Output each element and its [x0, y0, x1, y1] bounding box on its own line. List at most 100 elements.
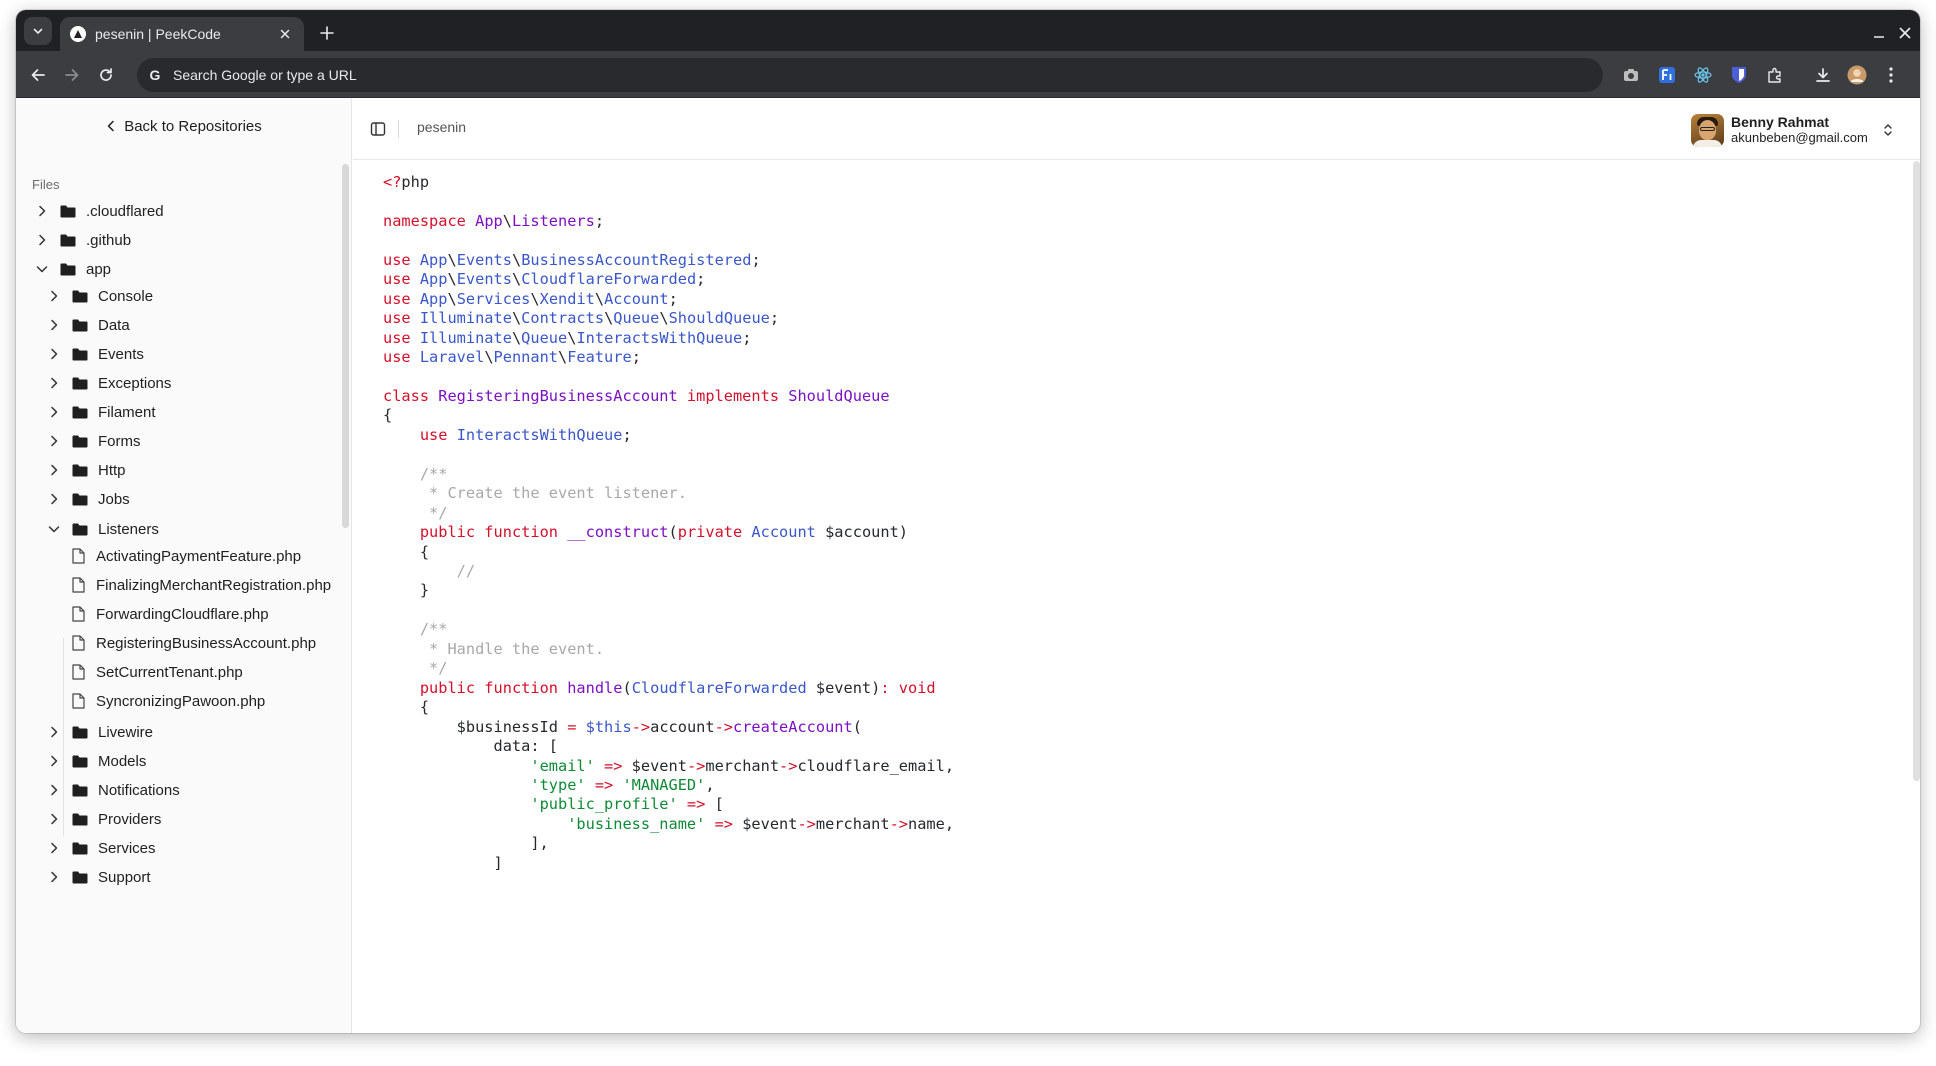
browser-tab-active[interactable]: pesenin | PeekCode: [60, 17, 304, 51]
sidebar-scrollbar[interactable]: [342, 164, 349, 528]
tree-folder-item[interactable]: Services: [46, 833, 156, 863]
main-header: pesenin Benny Rahmat akunbeben@gmail.com: [353, 98, 1920, 160]
new-tab-button[interactable]: [316, 22, 338, 44]
code-line: * Create the event listener.: [383, 484, 687, 503]
extension-fi-button[interactable]: [1655, 63, 1679, 87]
back-to-repositories-link[interactable]: Back to Repositories: [16, 114, 351, 138]
breadcrumb-repo[interactable]: pesenin: [417, 119, 466, 135]
tree-folder-item[interactable]: Forms: [46, 426, 141, 456]
chevron-right-icon[interactable]: [46, 346, 62, 362]
extensions-button[interactable]: [1763, 63, 1787, 87]
tree-folder-item[interactable]: Jobs: [46, 484, 130, 514]
tree-folder-item[interactable]: Providers: [46, 804, 161, 834]
code-line: /**: [383, 620, 448, 639]
folder-icon: [72, 347, 88, 361]
tab-search-button[interactable]: [24, 17, 52, 45]
peekcode-favicon-icon: [70, 26, 86, 42]
tree-folder-item[interactable]: Livewire: [46, 717, 153, 747]
tree-file-item[interactable]: RegisteringBusinessAccount.php: [72, 628, 316, 658]
fi-extension-icon: [1659, 67, 1675, 83]
tree-item-label: FinalizingMerchantRegistration.php: [96, 576, 332, 594]
extension-camera-button[interactable]: [1619, 63, 1643, 87]
tree-folder-item[interactable]: Exceptions: [46, 368, 171, 398]
forward-button[interactable]: [60, 63, 84, 87]
chevron-right-icon[interactable]: [46, 782, 62, 798]
tree-folder-item[interactable]: .github: [34, 225, 131, 255]
chevron-right-icon[interactable]: [46, 811, 62, 827]
tree-item-label: RegisteringBusinessAccount.php: [96, 634, 317, 652]
close-tab-icon[interactable]: [276, 25, 294, 43]
reload-icon: [100, 68, 112, 81]
chevrons-up-down-icon: [1881, 121, 1895, 139]
address-bar[interactable]: G: [137, 58, 1603, 92]
tree-file-item[interactable]: ActivatingPaymentFeature.php: [72, 541, 301, 571]
header-divider: [398, 120, 399, 138]
tree-folder-item[interactable]: Filament: [46, 397, 156, 427]
chevron-down-icon[interactable]: [46, 521, 62, 537]
chevron-right-icon[interactable]: [46, 404, 62, 420]
tree-folder-item[interactable]: Support: [46, 862, 151, 892]
extension-bitwarden-button[interactable]: [1727, 63, 1751, 87]
chevron-right-icon[interactable]: [46, 753, 62, 769]
chevron-right-icon[interactable]: [46, 288, 62, 304]
folder-icon: [72, 405, 88, 419]
folder-icon: [72, 376, 88, 390]
close-window-button[interactable]: [1894, 22, 1916, 44]
profile-button[interactable]: [1845, 63, 1869, 87]
minimize-button[interactable]: [1868, 22, 1890, 44]
code-line: 'business_name' => $event->merchant->nam…: [567, 814, 955, 833]
code-line: */: [383, 659, 448, 678]
tree-folder-item[interactable]: Data: [46, 310, 130, 340]
sidebar-toggle-button[interactable]: [369, 120, 387, 138]
chevron-right-icon[interactable]: [46, 869, 62, 885]
code-scrollbar[interactable]: [1913, 161, 1920, 781]
code-line: use App\Events\BusinessAccountRegistered…: [383, 250, 761, 269]
code-line: 'email' => $event->merchant->cloudflare_…: [530, 756, 955, 775]
tree-item-label: Notifications: [98, 781, 180, 799]
extension-react-button[interactable]: [1691, 63, 1715, 87]
tree-file-item[interactable]: ForwardingCloudflare.php: [72, 599, 269, 629]
code-line: ]: [383, 853, 503, 872]
file-icon: [72, 606, 86, 622]
chevron-down-icon[interactable]: [34, 261, 50, 277]
chevron-right-icon[interactable]: [46, 375, 62, 391]
chevron-right-icon[interactable]: [46, 840, 62, 856]
chevron-right-icon[interactable]: [46, 317, 62, 333]
code-line: public function __construct(private Acco…: [419, 523, 908, 542]
download-icon: [1816, 68, 1830, 82]
tree-folder-item[interactable]: Events: [46, 339, 144, 369]
tree-folder-item[interactable]: Console: [46, 281, 153, 311]
code-line: $businessId = $this->account->createAcco…: [383, 717, 862, 736]
arrow-left-icon: [31, 69, 45, 81]
chevron-right-icon[interactable]: [46, 462, 62, 478]
tree-folder-item[interactable]: Models: [46, 746, 146, 776]
reload-button[interactable]: [94, 63, 118, 87]
shield-icon: [1732, 67, 1746, 83]
tree-folder-item[interactable]: Notifications: [46, 775, 180, 805]
chevron-right-icon[interactable]: [46, 491, 62, 507]
tree-file-item[interactable]: SyncronizingPawoon.php: [72, 686, 265, 716]
chevron-right-icon[interactable]: [34, 203, 50, 219]
chevron-right-icon[interactable]: [46, 724, 62, 740]
folder-icon: [60, 233, 76, 247]
browser-window: pesenin | PeekCode G Search Google or ty…: [16, 10, 1920, 1033]
back-button[interactable]: [26, 63, 50, 87]
folder-icon: [72, 870, 88, 884]
tree-item-label: Support: [98, 868, 151, 886]
chevron-right-icon[interactable]: [34, 232, 50, 248]
browser-menu-button[interactable]: [1879, 63, 1903, 87]
tree-folder-item[interactable]: .cloudflared: [34, 196, 164, 226]
address-input[interactable]: [173, 67, 1373, 83]
tree-file-item[interactable]: FinalizingMerchantRegistration.php: [72, 570, 331, 600]
folder-icon: [72, 754, 88, 768]
tree-folder-item[interactable]: app: [34, 254, 111, 284]
tree-folder-item[interactable]: Http: [46, 455, 126, 485]
user-menu[interactable]: Benny Rahmat akunbeben@gmail.com: [1691, 110, 1895, 150]
tree-file-item[interactable]: SetCurrentTenant.php: [72, 657, 243, 687]
tree-folder-item[interactable]: Listeners: [46, 514, 159, 544]
chevron-right-icon[interactable]: [46, 433, 62, 449]
code-line: use App\Events\CloudflareForwarded;: [383, 270, 706, 289]
downloads-button[interactable]: [1811, 63, 1835, 87]
back-label: Back to Repositories: [124, 117, 262, 135]
tree-item-label: Services: [98, 839, 156, 857]
